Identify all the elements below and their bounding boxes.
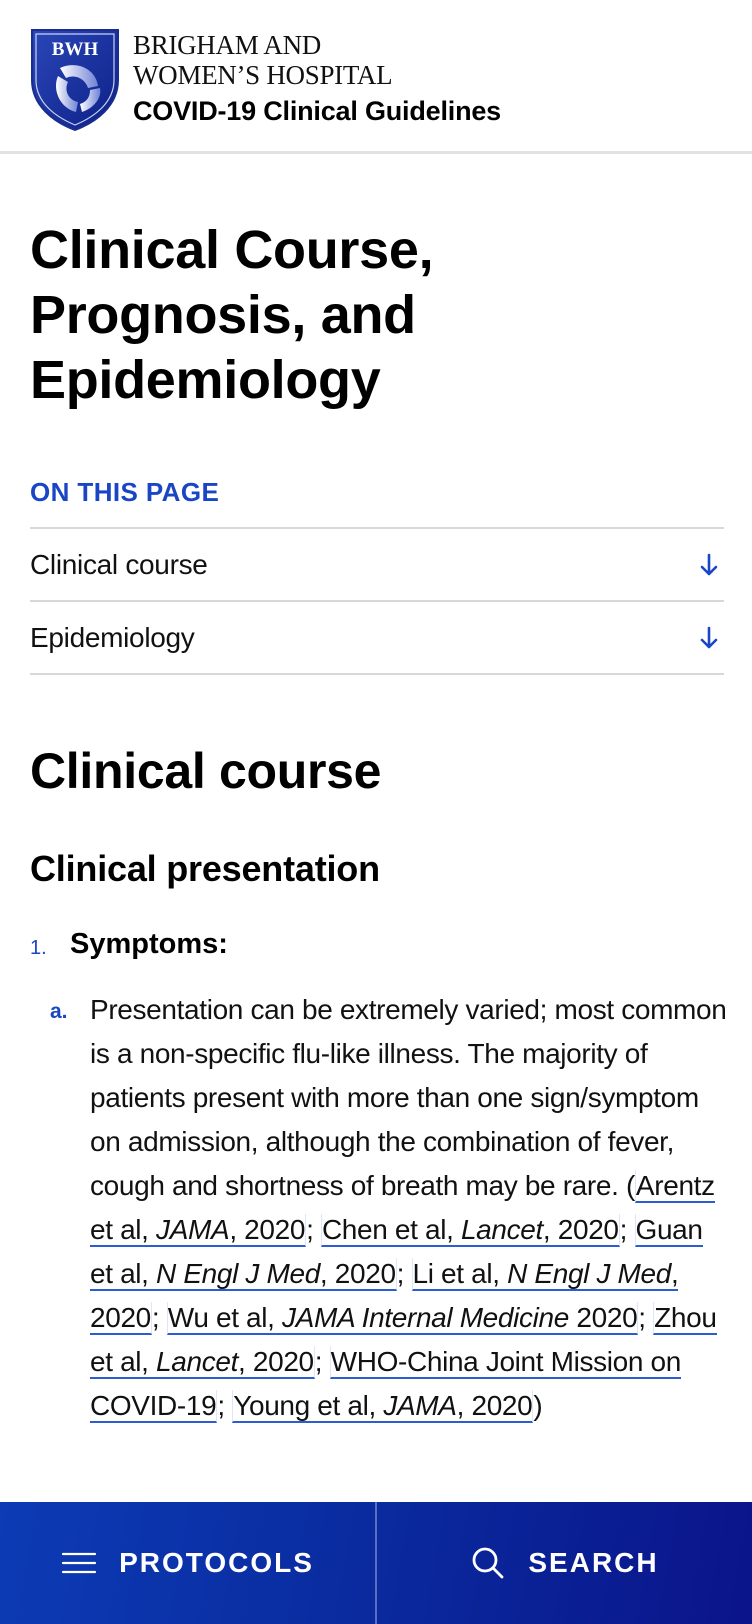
citation-separator: ; — [306, 1214, 321, 1245]
citation-journal: N Engl J Med — [156, 1258, 320, 1289]
citation-authors: Chen et al, — [321, 1214, 461, 1245]
citation-journal: Lancet — [156, 1346, 239, 1377]
site-header: BWH BRIGHAM AND WOMEN’S HOSPITAL COVID-1… — [0, 0, 752, 154]
protocols-label: PROTOCOLS — [119, 1547, 314, 1578]
citation-separator: ; — [217, 1390, 233, 1421]
citation-separator: ; — [396, 1258, 412, 1289]
citation-year: , 2020 — [238, 1346, 314, 1377]
section-heading: Clinical course — [30, 743, 382, 799]
citation-separator: ) — [533, 1390, 543, 1421]
svg-text:BWH: BWH — [52, 39, 99, 60]
page-title: Clinical Course, Prognosis, and Epidemio… — [30, 220, 434, 410]
citation-year: 2020 — [568, 1302, 638, 1333]
citation-authors: Li et al, — [412, 1258, 508, 1289]
citation-year: , 2020 — [319, 1258, 396, 1289]
brand-name-line-1: BRIGHAM AND — [133, 30, 321, 60]
sublist-letter: a. — [50, 1000, 68, 1023]
citation-year: , 2020 — [542, 1214, 619, 1245]
citation-journal: JAMA — [383, 1390, 457, 1421]
citation-year: , 2020 — [456, 1390, 533, 1421]
citation-link[interactable]: Young et al, JAMA, 2020 — [232, 1390, 534, 1423]
search-icon — [472, 1547, 504, 1579]
citation-journal: N Engl J Med — [507, 1258, 671, 1289]
citation-separator: ; — [638, 1302, 654, 1333]
arrow-down-icon — [700, 553, 718, 575]
paragraph-text: Presentation can be extremely varied; mo… — [90, 994, 727, 1201]
on-this-page-label: ON THIS PAGE — [30, 477, 220, 507]
brand-name-line-2: WOMEN’S HOSPITAL — [133, 60, 393, 90]
menu-icon — [61, 1552, 97, 1574]
on-this-page-nav: Clinical course Epidemiology — [30, 527, 724, 675]
bottom-nav-bar: PROTOCOLS SEARCH — [0, 1502, 752, 1624]
bwh-shield-logo[interactable]: BWH — [30, 28, 120, 132]
toc-item-label: Clinical course — [30, 548, 208, 580]
citation-year: , 2020 — [229, 1214, 306, 1245]
citation-journal: JAMA — [156, 1214, 230, 1245]
toc-item-epidemiology[interactable]: Epidemiology — [30, 600, 724, 675]
list-number: 1. — [30, 937, 47, 959]
citation-journal: JAMA Internal Medicine — [282, 1302, 569, 1333]
symptoms-paragraph: Presentation can be extremely varied; mo… — [90, 988, 730, 1428]
citation-separator: ; — [314, 1346, 330, 1377]
search-label: SEARCH — [528, 1547, 659, 1578]
search-button[interactable]: SEARCH — [377, 1502, 752, 1624]
citations: Arentz et al, JAMA, 2020; Chen et al, La… — [90, 1170, 717, 1423]
site-title[interactable]: COVID-19 Clinical Guidelines — [133, 96, 501, 127]
toc-item-label: Epidemiology — [30, 621, 195, 653]
citation-authors: Young et al, — [233, 1390, 384, 1421]
citation-separator: ; — [151, 1302, 167, 1333]
citation-journal: Lancet — [460, 1214, 543, 1245]
citation-link[interactable]: Wu et al, JAMA Internal Medicine 2020 — [166, 1302, 639, 1335]
toc-item-clinical-course[interactable]: Clinical course — [30, 527, 724, 600]
section-subheading: Clinical presentation — [30, 848, 380, 889]
list-item-title: Symptoms: — [70, 928, 228, 960]
arrow-down-icon — [700, 626, 718, 648]
citation-separator: ; — [619, 1214, 635, 1245]
citation-link[interactable]: Chen et al, Lancet, 2020 — [320, 1214, 620, 1247]
citation-authors: Wu et al, — [167, 1302, 283, 1333]
protocols-button[interactable]: PROTOCOLS — [0, 1502, 375, 1624]
